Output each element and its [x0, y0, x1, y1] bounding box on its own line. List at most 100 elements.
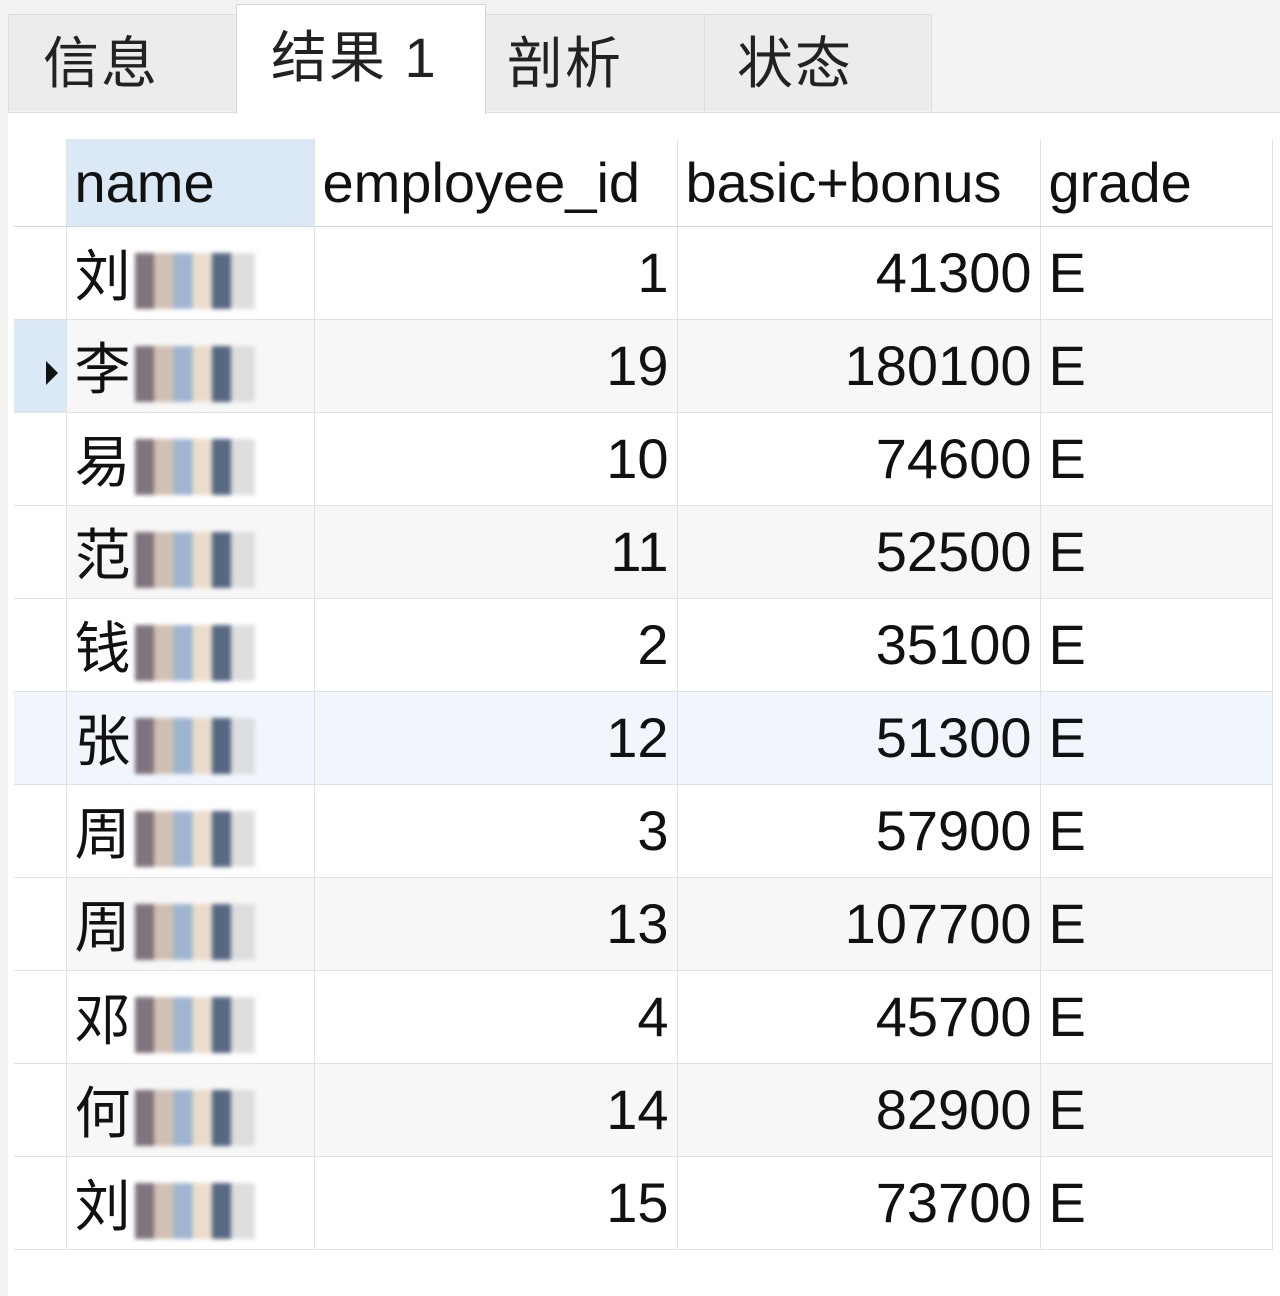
cell-name[interactable]: 范: [66, 505, 315, 599]
tab-result-1[interactable]: 结果 1: [236, 4, 486, 114]
cell-salary[interactable]: 41300: [677, 226, 1041, 320]
row-indicator[interactable]: [14, 412, 67, 506]
redacted-name-mosaic: [134, 904, 255, 961]
table-row[interactable]: 邓 4 45700 E: [14, 970, 1273, 1064]
redacted-name-mosaic: [134, 439, 255, 496]
row-indicator[interactable]: [14, 505, 67, 599]
result-tab-bar: 信息 结果 1 剖析 状态: [0, 0, 1280, 114]
table-row[interactable]: 钱 2 35100 E: [14, 598, 1273, 692]
row-indicator-header: [14, 139, 67, 227]
table-row[interactable]: 周 3 57900 E: [14, 784, 1273, 878]
row-indicator[interactable]: [14, 319, 67, 413]
row-indicator[interactable]: [14, 226, 67, 320]
cell-name-text: 易: [74, 431, 131, 494]
cell-employee-id[interactable]: 1: [314, 226, 678, 320]
cell-employee-id[interactable]: 3: [314, 784, 678, 878]
cell-grade[interactable]: E: [1040, 877, 1273, 971]
cell-name[interactable]: 李: [66, 319, 315, 413]
column-header-employee-id[interactable]: employee_id: [314, 139, 678, 227]
cell-employee-id[interactable]: 4: [314, 970, 678, 1064]
cell-salary[interactable]: 180100: [677, 319, 1041, 413]
cell-name-text: 刘: [74, 1175, 131, 1238]
row-indicator[interactable]: [14, 691, 67, 785]
tab-status[interactable]: 状态: [704, 14, 932, 111]
cell-grade[interactable]: E: [1040, 598, 1273, 692]
cell-employee-id[interactable]: 11: [314, 505, 678, 599]
table-row[interactable]: 何 14 82900 E: [14, 1063, 1273, 1157]
cell-employee-id[interactable]: 14: [314, 1063, 678, 1157]
cell-name-text: 何: [74, 1082, 131, 1145]
column-header-salary[interactable]: basic+bonus: [677, 139, 1041, 227]
cell-name-text: 范: [74, 524, 131, 587]
row-indicator[interactable]: [14, 970, 67, 1064]
cell-grade[interactable]: E: [1040, 970, 1273, 1064]
cell-salary[interactable]: 35100: [677, 598, 1041, 692]
cell-grade[interactable]: E: [1040, 691, 1273, 785]
result-table: name employee_id basic+bonus grade 刘 1 413…: [14, 139, 1273, 1250]
table-row[interactable]: 刘 15 73700 E: [14, 1156, 1273, 1250]
cell-employee-id[interactable]: 12: [314, 691, 678, 785]
row-indicator[interactable]: [14, 1156, 67, 1250]
cell-name[interactable]: 周: [66, 877, 315, 971]
cell-name-text: 周: [74, 803, 131, 866]
cell-name-text: 刘: [74, 245, 131, 308]
cell-grade[interactable]: E: [1040, 784, 1273, 878]
cell-grade[interactable]: E: [1040, 1156, 1273, 1250]
cell-name[interactable]: 周: [66, 784, 315, 878]
column-header-grade[interactable]: grade: [1040, 139, 1273, 227]
cell-salary[interactable]: 74600: [677, 412, 1041, 506]
cell-name-text: 李: [74, 338, 131, 401]
cell-salary[interactable]: 57900: [677, 784, 1041, 878]
table-row[interactable]: 范 11 52500 E: [14, 505, 1273, 599]
cell-employee-id[interactable]: 13: [314, 877, 678, 971]
cell-salary[interactable]: 45700: [677, 970, 1041, 1064]
cell-grade[interactable]: E: [1040, 226, 1273, 320]
cell-salary[interactable]: 51300: [677, 691, 1041, 785]
cell-grade[interactable]: E: [1040, 1063, 1273, 1157]
header-row: name employee_id basic+bonus grade: [14, 139, 1273, 227]
tab-info[interactable]: 信息: [8, 14, 238, 111]
row-indicator[interactable]: [14, 784, 67, 878]
cell-employee-id[interactable]: 19: [314, 319, 678, 413]
redacted-name-mosaic: [134, 718, 255, 775]
table-row[interactable]: 周 13 107700 E: [14, 877, 1273, 971]
redacted-name-mosaic: [134, 253, 255, 310]
cell-employee-id[interactable]: 15: [314, 1156, 678, 1250]
column-header-name[interactable]: name: [66, 139, 315, 227]
cell-name[interactable]: 邓: [66, 970, 315, 1064]
cell-salary[interactable]: 52500: [677, 505, 1041, 599]
cell-name[interactable]: 何: [66, 1063, 315, 1157]
tab-profile[interactable]: 剖析: [484, 14, 706, 111]
cell-grade[interactable]: E: [1040, 319, 1273, 413]
cell-name[interactable]: 张: [66, 691, 315, 785]
cell-name[interactable]: 钱: [66, 598, 315, 692]
result-grid[interactable]: name employee_id basic+bonus grade 刘 1 413…: [8, 112, 1280, 1296]
table-row[interactable]: 易 10 74600 E: [14, 412, 1273, 506]
redacted-name-mosaic: [134, 1183, 255, 1240]
table-row[interactable]: 李 19 180100 E: [14, 319, 1273, 413]
table-row[interactable]: 张 12 51300 E: [14, 691, 1273, 785]
redacted-name-mosaic: [134, 346, 255, 403]
row-indicator[interactable]: [14, 598, 67, 692]
cell-name[interactable]: 刘: [66, 226, 315, 320]
redacted-name-mosaic: [134, 532, 255, 589]
row-indicator[interactable]: [14, 1063, 67, 1157]
cell-employee-id[interactable]: 2: [314, 598, 678, 692]
table-row[interactable]: 刘 1 41300 E: [14, 226, 1273, 320]
cell-name[interactable]: 易: [66, 412, 315, 506]
redacted-name-mosaic: [134, 625, 255, 682]
cell-salary[interactable]: 82900: [677, 1063, 1041, 1157]
cell-name-text: 周: [74, 896, 131, 959]
cell-grade[interactable]: E: [1040, 412, 1273, 506]
cell-name[interactable]: 刘: [66, 1156, 315, 1250]
cell-grade[interactable]: E: [1040, 505, 1273, 599]
cell-salary[interactable]: 73700: [677, 1156, 1041, 1250]
cell-name-text: 邓: [74, 989, 131, 1052]
cell-salary[interactable]: 107700: [677, 877, 1041, 971]
cell-employee-id[interactable]: 10: [314, 412, 678, 506]
redacted-name-mosaic: [134, 811, 255, 868]
cell-name-text: 钱: [74, 617, 131, 680]
row-indicator[interactable]: [14, 877, 67, 971]
redacted-name-mosaic: [134, 997, 255, 1054]
redacted-name-mosaic: [134, 1090, 255, 1147]
